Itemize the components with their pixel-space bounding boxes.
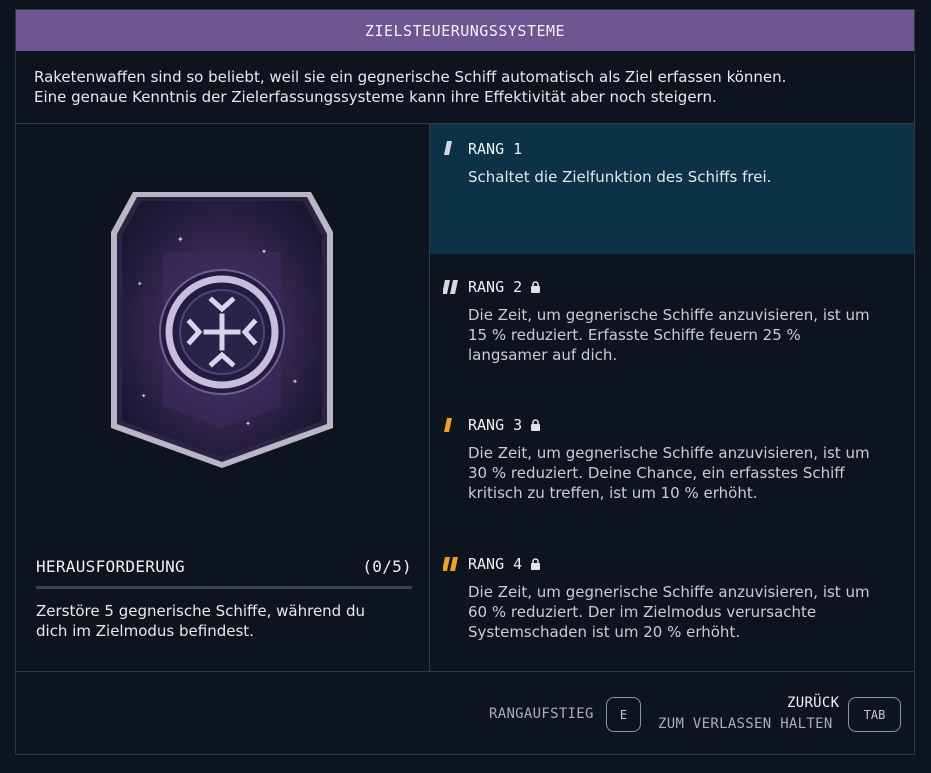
back-key-label: TAB — [863, 707, 886, 722]
rank-4-desc-line-3: Systemschaden ist um 20 % erhöht. — [468, 623, 741, 641]
rank-up-label: RANGAUFSTIEG — [489, 706, 594, 722]
rank-2-desc-line-1: Die Zeit, um gegnerische Schiffe anzuvis… — [468, 306, 870, 324]
rank-tier-icon — [443, 557, 458, 571]
rank-up-key-button[interactable]: E — [606, 697, 641, 732]
rank-3-desc-line-3: kritisch zu treffen, ist um 10 % erhöht. — [468, 484, 758, 502]
rank-3-row[interactable]: RANG 3 Die Zeit, um gegnerische Schiffe … — [430, 415, 914, 515]
rank-1-desc-line: Schaltet die Zielfunktion des Schiffs fr… — [468, 168, 772, 186]
lock-icon — [531, 281, 541, 293]
targeting-crosshair-badge-icon: ✦ ✦ ✦ ✦ ✦ ✦ — [111, 192, 333, 468]
challenge-desc-line-2: dich im Zielmodus befindest. — [36, 622, 254, 640]
rank-4-label: RANG 4 — [468, 555, 523, 573]
controls-footer: RANGAUFSTIEG E ZURÜCK ZUM VERLASSEN HALT… — [16, 671, 914, 755]
intro-line-1: Raketenwaffen sind so beliebt, weil sie … — [34, 68, 787, 86]
rank-3-desc-line-1: Die Zeit, um gegnerische Schiffe anzuvis… — [468, 444, 870, 462]
rank-2-description: Die Zeit, um gegnerische Schiffe anzuvis… — [468, 305, 904, 365]
rank-4-row[interactable]: RANG 4 Die Zeit, um gegnerische Schiffe … — [430, 554, 914, 654]
rank-1-label: RANG 1 — [468, 140, 523, 158]
rank-tier-icon — [444, 141, 452, 155]
rank-list: RANG 1 Schaltet die Zielfunktion des Sch… — [430, 124, 914, 671]
skill-overview-pane: ✦ ✦ ✦ ✦ ✦ ✦ HERAUSFORDERUNG (0/5) Zerstö… — [16, 124, 430, 671]
rank-tier-icon — [443, 280, 458, 294]
rank-1-row[interactable]: RANG 1 Schaltet die Zielfunktion des Sch… — [430, 124, 914, 254]
rank-2-row[interactable]: RANG 2 Die Zeit, um gegnerische Schiffe … — [430, 277, 914, 377]
svg-text:✦: ✦ — [261, 246, 267, 257]
panel-title-bar: ZIELSTEUERUNGSSYSTEME — [16, 10, 914, 51]
rank-4-desc-line-2: 60 % reduziert. Der im Zielmodus verursa… — [468, 603, 817, 621]
back-tab-key-button[interactable]: TAB — [848, 697, 901, 732]
rank-2-label: RANG 2 — [468, 278, 523, 296]
svg-text:✦: ✦ — [137, 279, 143, 289]
rank-tier-icon — [444, 418, 452, 432]
challenge-desc-line-1: Zerstöre 5 gegnerische Schiffe, während … — [36, 602, 365, 620]
skill-intro: Raketenwaffen sind so beliebt, weil sie … — [16, 51, 914, 124]
rank-2-desc-line-3: langsamer auf dich. — [468, 346, 618, 364]
svg-text:✦: ✦ — [177, 232, 184, 245]
rank-3-description: Die Zeit, um gegnerische Schiffe anzuvis… — [468, 443, 904, 503]
back-label: ZURÜCK — [787, 695, 840, 711]
panel-title: ZIELSTEUERUNGSSYSTEME — [364, 21, 566, 40]
lock-icon — [531, 558, 541, 570]
challenge-progress-text: (0/5) — [362, 556, 412, 576]
intro-line-2: Eine genaue Kenntnis der Zielerfassungss… — [34, 88, 717, 106]
rank-3-label: RANG 3 — [468, 416, 523, 434]
challenge-progress-bar — [36, 586, 412, 589]
rank-1-description: Schaltet die Zielfunktion des Schiffs fr… — [468, 167, 904, 187]
lock-icon — [531, 419, 541, 431]
hold-to-exit-label: ZUM VERLASSEN HALTEN — [658, 716, 833, 732]
skill-panel: ZIELSTEUERUNGSSYSTEME Raketenwaffen sind… — [15, 9, 915, 755]
svg-text:✦: ✦ — [245, 418, 251, 429]
rank-3-desc-line-2: 30 % reduziert. Deine Chance, ein erfass… — [468, 464, 845, 482]
rank-2-desc-line-2: 15 % reduziert. Erfasste Schiffe feuern … — [468, 326, 801, 344]
challenge-description: Zerstöre 5 gegnerische Schiffe, während … — [36, 601, 412, 641]
rank-4-desc-line-1: Die Zeit, um gegnerische Schiffe anzuvis… — [468, 583, 870, 601]
challenge-header: HERAUSFORDERUNG (0/5) — [36, 554, 412, 578]
rank-4-description: Die Zeit, um gegnerische Schiffe anzuvis… — [468, 582, 904, 642]
rank-up-key-label: E — [619, 707, 628, 722]
svg-text:✦: ✦ — [292, 376, 298, 387]
challenge-label: HERAUSFORDERUNG — [36, 556, 185, 576]
svg-text:✦: ✦ — [141, 391, 147, 401]
